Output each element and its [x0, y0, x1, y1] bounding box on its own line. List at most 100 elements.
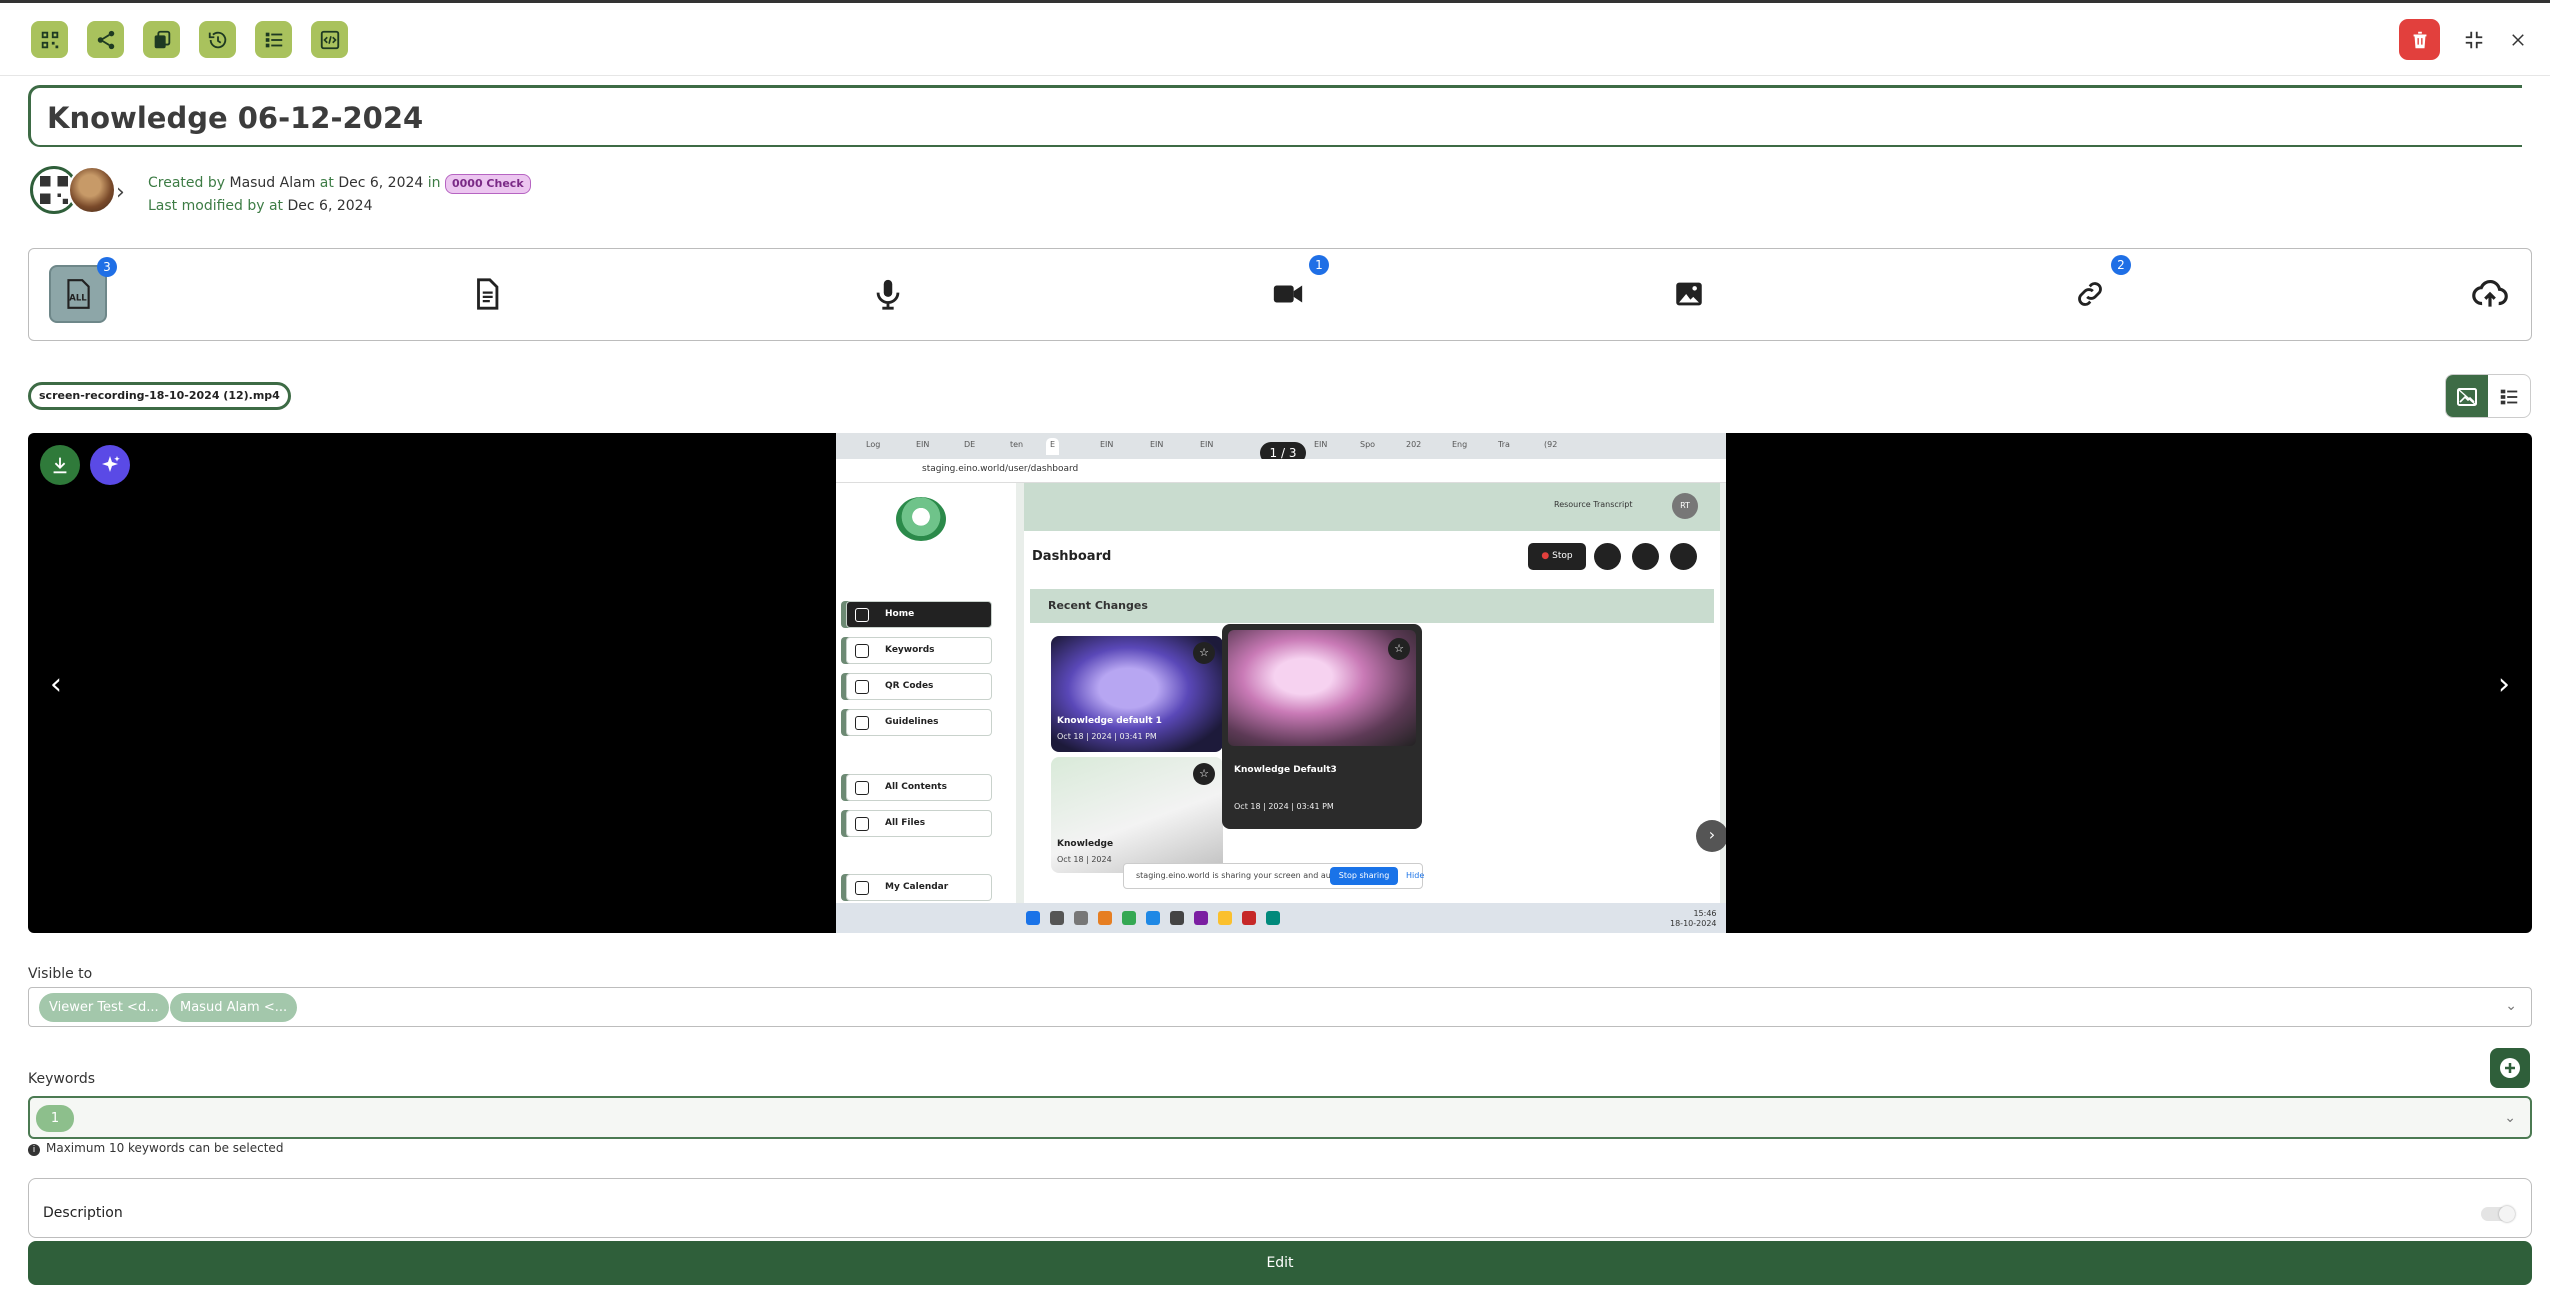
- list-view-button[interactable]: [2488, 375, 2530, 417]
- exit-fullscreen-button[interactable]: [2461, 27, 2487, 53]
- description-label: Description: [43, 1205, 123, 1221]
- gallery-icon: [2457, 388, 2477, 406]
- filter-all-count: 3: [97, 257, 117, 277]
- keywords-select[interactable]: 1 ⌄: [28, 1096, 2532, 1139]
- nav-my-calendar: My Calendar: [846, 874, 992, 901]
- filter-link[interactable]: 2: [2061, 255, 2131, 323]
- embed-code-icon: [320, 30, 339, 49]
- next-arrow-icon[interactable]: ›: [2498, 667, 2510, 702]
- taskbar-icon: [1050, 911, 1064, 925]
- nav-keywords: Keywords: [846, 637, 992, 664]
- description-panel[interactable]: Description: [28, 1178, 2532, 1238]
- browser-tab: EIN: [1150, 440, 1164, 449]
- all-files-icon: ALL: [67, 279, 90, 309]
- tag-icon: [855, 644, 869, 658]
- collapse-icon: [2465, 31, 2483, 49]
- recent-changes-header: Recent Changes: [1030, 589, 1714, 623]
- nav-all-files: All Files: [846, 810, 992, 837]
- filter-video[interactable]: 1: [1259, 255, 1329, 323]
- visible-to-label: Visible to: [28, 966, 93, 982]
- content-type-filter-bar: ALL 3 1 2: [28, 248, 2532, 341]
- metadata: Created by Masud Alam at Dec 6, 2024 in …: [148, 172, 531, 218]
- chevron-right-icon[interactable]: ›: [116, 180, 125, 205]
- browser-tab: 202: [1406, 440, 1422, 449]
- filter-document[interactable]: [458, 265, 516, 323]
- nav-all-contents: All Contents: [846, 774, 992, 801]
- checklist-button[interactable]: [255, 21, 292, 58]
- taskbar-icon: [1170, 911, 1184, 925]
- visibility-chip[interactable]: Viewer Test <d...: [39, 993, 169, 1022]
- app-main: Resource Transcript RT Dashboard ● Stop …: [1024, 483, 1726, 903]
- created-prefix: Created by: [148, 175, 226, 191]
- ai-sparkle-button[interactable]: [90, 445, 130, 485]
- delete-button[interactable]: [2399, 19, 2440, 60]
- browser-tab: EIN: [1100, 440, 1114, 449]
- browser-tab: EIN: [916, 440, 930, 449]
- card-title: Knowledge Default3: [1234, 765, 1337, 775]
- filter-audio[interactable]: [859, 265, 917, 323]
- modified-date: Dec 6, 2024: [287, 198, 373, 214]
- nav-qr-codes: QR Codes: [846, 673, 992, 700]
- card-title: Knowledge default 1: [1057, 716, 1162, 726]
- close-icon: [2512, 34, 2524, 46]
- chevron-down-icon[interactable]: ⌄: [2505, 998, 2517, 1014]
- collaborator-avatars[interactable]: [30, 166, 130, 218]
- qr-code-icon: [855, 680, 869, 694]
- plus-circle-icon: [2500, 1058, 2520, 1078]
- windows-start-icon: [1026, 911, 1040, 925]
- taskbar-icon: [1218, 911, 1232, 925]
- filter-image[interactable]: [1660, 265, 1718, 323]
- history-icon: [208, 31, 226, 48]
- share-button[interactable]: [87, 21, 124, 58]
- star-icon: ☆: [1388, 638, 1410, 660]
- embed-code-button[interactable]: [311, 21, 348, 58]
- browser-tab: Tra: [1498, 440, 1510, 449]
- taskbar-icon: [1242, 911, 1256, 925]
- qr-code-button[interactable]: [31, 21, 68, 58]
- link-icon: [2078, 282, 2102, 306]
- sparkle-icon: [102, 456, 120, 472]
- duplicate-button[interactable]: [143, 21, 180, 58]
- filter-all[interactable]: ALL 3: [49, 257, 117, 323]
- share-icon: [97, 30, 114, 49]
- menu-icon: [1632, 543, 1659, 570]
- qr-code-icon: [41, 31, 58, 48]
- filter-upload[interactable]: [2461, 265, 2519, 323]
- media-viewer[interactable]: ‹ › Log EIN DE ten E EIN EIN EIN EIN Spo…: [28, 433, 2532, 933]
- at-word: at: [319, 175, 334, 191]
- gallery-view-button[interactable]: [2446, 375, 2488, 417]
- description-toggle[interactable]: [2481, 1206, 2515, 1222]
- taskbar-icon: [1098, 911, 1112, 925]
- user-avatar: [68, 166, 116, 214]
- calendar-icon: [855, 881, 869, 895]
- keywords-hint: i Maximum 10 keywords can be selected: [28, 1141, 283, 1156]
- checklist-icon: [265, 32, 282, 47]
- nav-home: Home: [846, 601, 992, 628]
- close-button[interactable]: [2505, 27, 2531, 53]
- visible-to-select[interactable]: Viewer Test <d... Masud Alam <... ⌄: [28, 987, 2532, 1027]
- title-field[interactable]: Knowledge 06-12-2024: [28, 85, 2522, 147]
- folder-badge[interactable]: 0000 Check: [444, 174, 531, 194]
- card-date: Oct 18 | 2024 | 03:41 PM: [1234, 802, 1334, 811]
- browser-tab: EIN: [1200, 440, 1214, 449]
- stop-sharing-button: Stop sharing: [1330, 867, 1398, 885]
- filter-video-count: 1: [1309, 255, 1329, 275]
- previous-arrow-icon[interactable]: ‹: [50, 667, 62, 702]
- check-icon: [855, 716, 869, 730]
- image-icon: [1676, 282, 1702, 306]
- created-date: Dec 6, 2024: [338, 175, 424, 191]
- file-name-chip[interactable]: screen-recording-18-10-2024 (12).mp4: [28, 382, 291, 410]
- visibility-chip[interactable]: Masud Alam <...: [170, 993, 298, 1022]
- edit-button[interactable]: Edit: [28, 1241, 2532, 1285]
- download-icon: [53, 457, 67, 474]
- list-icon: [2500, 389, 2518, 405]
- add-keyword-button[interactable]: [2490, 1048, 2530, 1088]
- download-button[interactable]: [40, 445, 80, 485]
- history-button[interactable]: [199, 21, 236, 58]
- user-initials: RT: [1672, 493, 1698, 519]
- chevron-down-icon[interactable]: ⌄: [2504, 1110, 2516, 1126]
- browser-tab: ten: [1010, 440, 1024, 449]
- page-title: Knowledge 06-12-2024: [47, 101, 424, 135]
- keyword-chip[interactable]: 1: [36, 1105, 74, 1132]
- browser-tab: Eng: [1452, 440, 1468, 449]
